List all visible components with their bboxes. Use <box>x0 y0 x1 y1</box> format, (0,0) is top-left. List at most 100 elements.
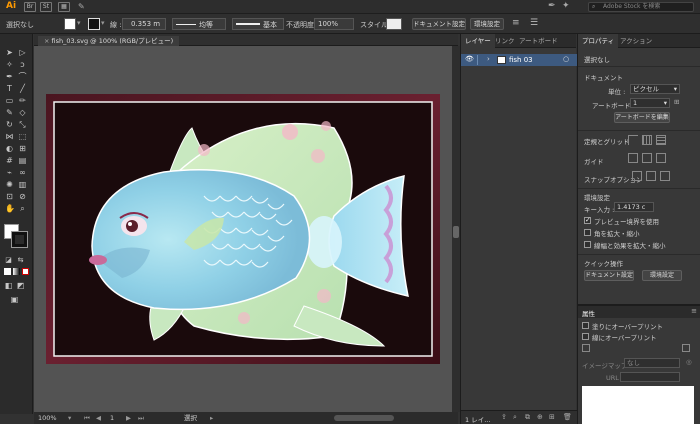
align-icon[interactable]: ≡ <box>512 18 520 28</box>
lock-guides-icon[interactable] <box>642 153 652 163</box>
clip-icon[interactable]: ⧉ <box>525 413 530 422</box>
scale-strokes-checkbox[interactable] <box>584 241 591 248</box>
draw-inside-icon[interactable]: ◩ <box>16 281 25 290</box>
last-artboard-icon[interactable]: ⏭ <box>138 412 144 424</box>
prev-artboard-icon[interactable]: ◀ <box>96 412 101 424</box>
key-increment-input[interactable]: 1.4173 c <box>614 202 654 212</box>
vertical-scrollbar[interactable] <box>452 46 460 412</box>
preview-bounds-checkbox[interactable] <box>584 216 591 224</box>
lasso-icon[interactable]: ↄ <box>18 60 27 69</box>
tab-layers[interactable]: レイヤー <box>461 34 495 48</box>
gradient-tool-icon[interactable]: ▤ <box>18 156 27 165</box>
artboard-options-icon[interactable]: ⊞ <box>674 98 679 106</box>
chevron-down-icon[interactable]: ▾ <box>77 19 81 27</box>
hand-tool-icon[interactable]: ✋ <box>5 204 15 213</box>
expand-chevron-icon[interactable]: › <box>487 55 490 63</box>
next-artboard-icon[interactable]: ▶ <box>126 412 131 424</box>
grid-icon[interactable] <box>642 135 652 145</box>
snap-to-point-icon[interactable] <box>632 171 642 181</box>
guides-icon[interactable] <box>628 153 638 163</box>
image-map-select[interactable]: なし <box>624 358 680 368</box>
play-icon[interactable]: ▸ <box>210 412 213 424</box>
visibility-eye-icon[interactable]: 👁 <box>465 55 474 63</box>
new-layer-icon[interactable]: ⊞ <box>549 413 555 421</box>
mesh-tool-icon[interactable]: # <box>5 156 14 165</box>
rulers-icon[interactable] <box>628 135 638 145</box>
swap-colors-icon[interactable]: ⇆ <box>16 256 25 265</box>
chevron-down-icon[interactable]: ▾ <box>68 412 71 424</box>
shaper-tool-icon[interactable]: ✎ <box>5 108 14 117</box>
brush-definition-select[interactable]: 基本 <box>232 18 284 30</box>
stock-app-button[interactable]: St <box>40 2 52 12</box>
pen-tool-icon[interactable]: ✒ <box>5 72 14 81</box>
slice-tool-icon[interactable]: ⊘ <box>18 192 27 201</box>
zoom-tool-icon[interactable]: ⌕ <box>18 204 27 213</box>
graphic-style-swatch[interactable] <box>386 18 402 30</box>
eyedropper-icon[interactable]: ⌁ <box>5 168 14 177</box>
chevron-down-icon[interactable]: ▾ <box>101 19 105 27</box>
first-artboard-icon[interactable]: ⏮ <box>84 412 90 424</box>
artboard-select[interactable]: 1 ▾ <box>630 98 670 108</box>
selection-tool-icon[interactable]: ➤ <box>5 48 14 57</box>
draw-mode-icon[interactable]: ◧ <box>4 281 13 290</box>
close-icon[interactable]: × <box>44 37 49 45</box>
target-circle-icon[interactable]: ○ <box>563 55 569 63</box>
width-tool-icon[interactable]: ⋈ <box>5 132 14 141</box>
stock-search-input[interactable]: ⌕ Adobe Stock を検索 <box>588 2 694 12</box>
type-tool-icon[interactable]: T <box>5 84 14 93</box>
color-mode-icon[interactable] <box>4 268 11 275</box>
horizontal-scrollbar[interactable] <box>334 415 394 421</box>
doc-setup-button[interactable]: ドキュメント設定 <box>584 270 634 281</box>
overprint-fill-checkbox[interactable] <box>582 322 589 329</box>
prefs-button[interactable]: 環境設定 <box>642 270 682 281</box>
locate-icon[interactable]: ⌕ <box>513 413 517 422</box>
note-text-area[interactable] <box>582 386 694 424</box>
tab-properties[interactable]: プロパティ <box>578 34 619 48</box>
blend-tool-icon[interactable]: ∞ <box>18 168 27 177</box>
sync-icon[interactable]: ✎ <box>78 2 85 11</box>
direct-selection-tool-icon[interactable]: ▷ <box>18 48 27 57</box>
none-mode-icon[interactable] <box>22 268 29 275</box>
bridge-app-button[interactable]: Br <box>24 2 36 12</box>
pixel-grid-icon[interactable] <box>656 135 666 145</box>
free-transform-icon[interactable]: ⬚ <box>18 132 27 141</box>
url-input[interactable] <box>620 372 680 382</box>
scale-corners-checkbox[interactable] <box>584 229 591 236</box>
default-colors-icon[interactable]: ◪ <box>4 256 13 265</box>
units-select[interactable]: ピクセル ▾ <box>630 84 680 94</box>
stroke-swatch[interactable] <box>88 18 100 30</box>
paintbrush-icon[interactable]: ✏ <box>18 96 27 105</box>
edit-artboard-button[interactable]: アートボードを編集 <box>614 112 670 123</box>
artboard-tool-icon[interactable]: ⊡ <box>5 192 14 201</box>
scroll-thumb[interactable] <box>453 226 459 238</box>
canvas-area[interactable] <box>34 46 452 412</box>
export-icon[interactable]: ⇪ <box>501 413 507 421</box>
stroke-color-box[interactable] <box>11 231 28 248</box>
curvature-tool-icon[interactable]: ⌒ <box>18 72 27 81</box>
sparkle-icon[interactable]: ✦ <box>562 1 570 11</box>
fountain-pen-icon[interactable]: ✒ <box>548 1 556 11</box>
stroke-weight-input[interactable]: 0.353 m <box>122 18 166 30</box>
shape-builder-icon[interactable]: ◐ <box>5 144 14 153</box>
fill-swatch[interactable] <box>64 18 76 30</box>
new-sublayer-icon[interactable]: ⊕ <box>537 413 543 421</box>
menu-icon[interactable]: ≡ <box>691 307 697 315</box>
layer-row[interactable]: 👁 › fish 03 ○ <box>461 54 577 66</box>
browser-icon[interactable]: ◎ <box>686 358 692 366</box>
document-tab[interactable]: × fish_03.svg @ 100% (RGB/プレビュー) <box>38 36 180 46</box>
tab-artboards[interactable]: アートボード <box>515 34 562 48</box>
artboard-number[interactable]: 1 <box>110 412 114 424</box>
eraser-icon[interactable]: ◇ <box>18 108 27 117</box>
rotate-tool-icon[interactable]: ↻ <box>5 120 14 129</box>
options-icon[interactable] <box>682 344 690 352</box>
snap-to-pixel-icon[interactable] <box>660 171 670 181</box>
zoom-level[interactable]: 100% <box>38 412 57 424</box>
document-setup-button[interactable]: ドキュメント設定 <box>412 18 466 30</box>
rectangle-tool-icon[interactable]: ▭ <box>5 96 14 105</box>
gradient-mode-icon[interactable] <box>13 268 20 275</box>
opacity-input[interactable]: 100% <box>314 18 354 30</box>
menu-icon[interactable]: ☰ <box>530 18 538 28</box>
scale-tool-icon[interactable]: ⤡ <box>18 120 27 129</box>
variable-width-profile-select[interactable]: 均等 <box>172 18 226 30</box>
trash-icon[interactable]: 🗑 <box>563 413 572 421</box>
